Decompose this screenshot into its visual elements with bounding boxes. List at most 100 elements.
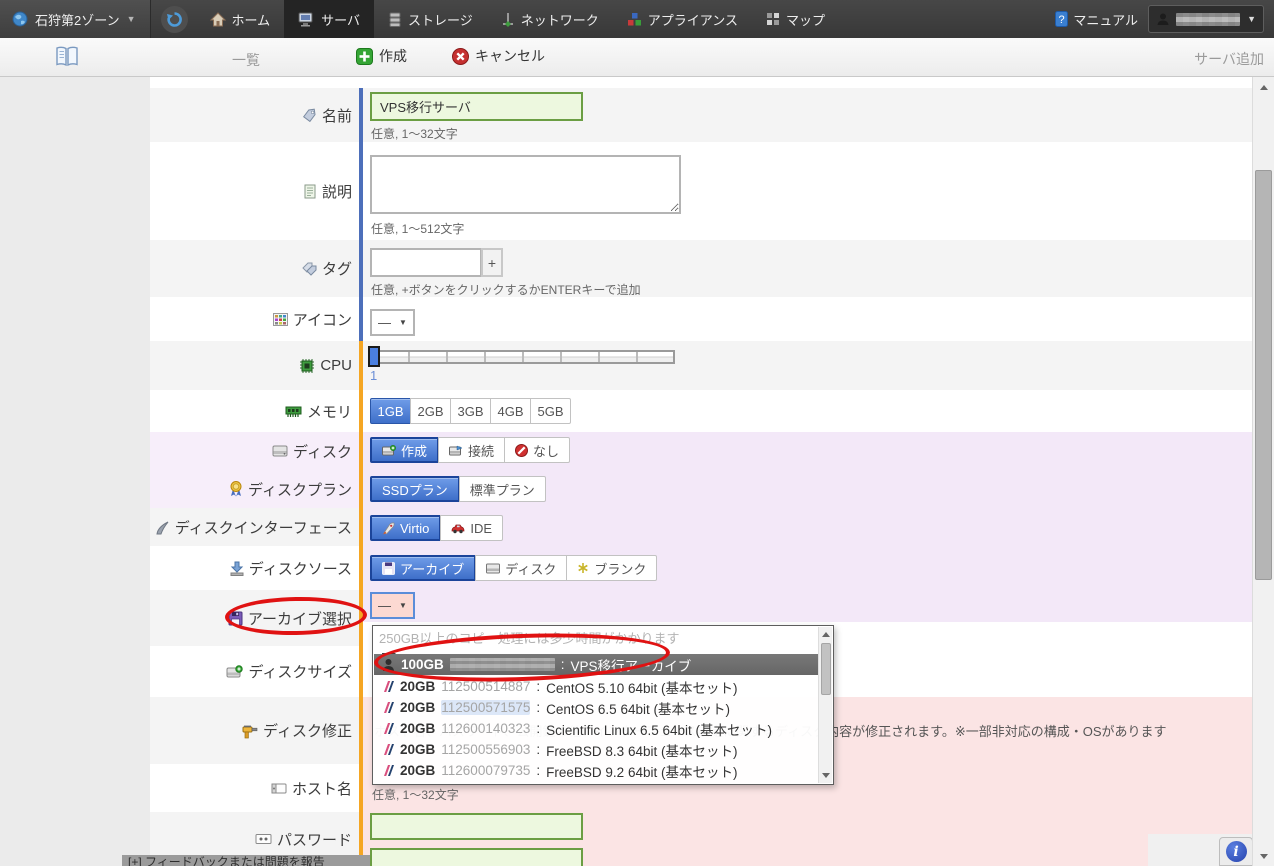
top-nav: 石狩第2ゾーン ▼ ホーム サーバ ストレージ ネットワーク アプライアンス xyxy=(0,0,1274,38)
nav-item-appliance[interactable]: アプライアンス xyxy=(613,0,752,38)
archive-name: VPS移行アーカイブ xyxy=(571,655,692,675)
disk-plan-option-ssd[interactable]: SSDプラン xyxy=(370,476,460,502)
scroll-up-icon[interactable] xyxy=(822,632,830,637)
sakura-archive-icon xyxy=(382,764,394,777)
manual-help-icon: ? xyxy=(1055,11,1068,27)
name-input[interactable] xyxy=(370,92,583,121)
tags-label: タグ xyxy=(322,258,352,279)
dropdown-scrollbar[interactable] xyxy=(818,627,832,783)
memory-label: メモリ xyxy=(307,401,352,422)
icon-select-value: — xyxy=(378,315,391,330)
scrollbar-thumb[interactable] xyxy=(1255,170,1272,580)
disk-option-create[interactable]: 作成 xyxy=(370,437,439,463)
nav-item-map[interactable]: マップ xyxy=(752,0,839,38)
storage-icon xyxy=(388,12,402,27)
server-icon xyxy=(298,12,315,27)
disk-interface-option-virtio[interactable]: Virtio xyxy=(370,515,441,541)
scrollbar-down-button[interactable] xyxy=(1253,846,1274,866)
cancel-button[interactable]: キャンセル xyxy=(452,46,545,66)
dropdown-option-freebsd92[interactable]: 20GB112600079735:FreeBSD 9.2 64bit (基本セッ… xyxy=(374,760,818,781)
info-button[interactable]: i xyxy=(1219,837,1253,866)
password-input-2[interactable] xyxy=(370,848,583,866)
manual-label: マニュアル xyxy=(1073,10,1138,29)
rocket-icon xyxy=(382,522,395,535)
memory-option-1gb[interactable]: 1GB xyxy=(370,398,411,424)
disk-source-label: ディスクソース xyxy=(249,558,352,579)
host-name-label: ホスト名 xyxy=(292,778,352,799)
nav-right: ? マニュアル ▼ xyxy=(1055,5,1274,33)
disk-connect-icon xyxy=(449,445,463,456)
chevron-down-icon: ▼ xyxy=(399,318,407,327)
scroll-down-icon[interactable] xyxy=(822,773,830,778)
chevron-down-icon: ▼ xyxy=(127,14,136,24)
form-row-disk-plan: ディスクプラン xyxy=(150,470,360,508)
description-textarea[interactable] xyxy=(370,155,681,214)
memory-option-4gb[interactable]: 4GB xyxy=(490,398,531,424)
password-input-1[interactable] xyxy=(370,813,583,840)
dropdown-option-freebsd83[interactable]: 20GB112500556903:FreeBSD 8.3 64bit (基本セッ… xyxy=(374,739,818,760)
drill-icon xyxy=(242,723,258,739)
disk-option-connect[interactable]: 接続 xyxy=(438,437,505,463)
note-icon xyxy=(303,184,317,199)
dropdown-option-centos65[interactable]: 20GB112500571575:CentOS 6.5 64bit (基本セット… xyxy=(374,697,818,718)
list-view-label[interactable]: 一覧 xyxy=(232,50,260,70)
no-entry-icon xyxy=(515,444,528,457)
scrollbar-up-button[interactable] xyxy=(1253,77,1274,97)
form-row-host-name: ホスト名 xyxy=(150,764,360,812)
memory-option-3gb[interactable]: 3GB xyxy=(450,398,491,424)
dropdown-option-selected-archive[interactable]: 100GB : VPS移行アーカイブ xyxy=(374,654,818,675)
name-hint: 任意, 1～32文字 xyxy=(371,125,458,142)
disk-source-option-archive[interactable]: アーカイブ xyxy=(370,555,476,581)
nav-item-network[interactable]: ネットワーク xyxy=(487,0,613,38)
memory-options: 1GB 2GB 3GB 4GB 5GB xyxy=(370,398,571,424)
memory-option-2gb[interactable]: 2GB xyxy=(410,398,451,424)
cpu-slider-handle[interactable] xyxy=(368,346,380,367)
page-scrollbar[interactable] xyxy=(1252,77,1274,866)
dropdown-option-scientific[interactable]: 20GB112600140323:Scientific Linux 6.5 64… xyxy=(374,718,818,739)
form-row-tags: タグ xyxy=(150,240,360,297)
tag-input[interactable] xyxy=(370,248,482,277)
tags-hint: 任意, +ボタンをクリックするかENTERキーで追加 xyxy=(371,281,641,298)
manual-link[interactable]: ? マニュアル xyxy=(1055,10,1138,29)
disk-plan-options: SSDプラン 標準プラン xyxy=(370,476,546,502)
refresh-icon xyxy=(166,11,183,28)
floppy-small-icon xyxy=(382,562,395,575)
disk-plus-icon xyxy=(226,665,243,679)
disk-interface-option-ide[interactable]: IDE xyxy=(440,515,503,541)
memory-option-5gb[interactable]: 5GB xyxy=(530,398,571,424)
zone-label: 石狩第2ゾーン xyxy=(35,10,120,29)
home-icon xyxy=(210,12,226,27)
dropdown-option-centos510[interactable]: 20GB112500514887:CentOS 5.10 64bit (基本セッ… xyxy=(374,676,818,697)
disk-icon xyxy=(272,445,288,457)
dropdown-scroll-thumb[interactable] xyxy=(821,643,831,695)
archive-select[interactable]: — ▼ xyxy=(370,592,415,619)
cpu-slider-track[interactable] xyxy=(370,350,675,364)
form-row-icon: アイコン xyxy=(150,297,360,341)
create-button[interactable]: 作成 xyxy=(356,46,407,66)
disk-option-none[interactable]: なし xyxy=(504,437,570,463)
icon-select[interactable]: — ▼ xyxy=(370,309,415,336)
account-menu[interactable]: ▼ xyxy=(1148,5,1264,33)
nav-item-server[interactable]: サーバ xyxy=(284,0,374,38)
list-book-icon[interactable] xyxy=(55,46,79,68)
nav-label: アプライアンス xyxy=(648,10,738,29)
asterisk-icon xyxy=(577,562,589,574)
disk-source-option-disk[interactable]: ディスク xyxy=(475,555,567,581)
add-tag-button[interactable]: + xyxy=(481,248,503,277)
chevron-down-icon: ▼ xyxy=(1247,14,1256,24)
refresh-button[interactable] xyxy=(161,6,188,33)
icon-label: アイコン xyxy=(293,309,352,330)
nav-item-home[interactable]: ホーム xyxy=(196,0,285,38)
nav-label: マップ xyxy=(786,10,825,29)
name-label: 名前 xyxy=(322,105,352,126)
disk-source-option-blank[interactable]: ブランク xyxy=(566,555,657,581)
tags-icon xyxy=(302,261,317,276)
memory-icon xyxy=(285,405,302,418)
nav-item-storage[interactable]: ストレージ xyxy=(374,0,487,38)
disk-plan-option-standard[interactable]: 標準プラン xyxy=(459,476,546,502)
section-divider-blue xyxy=(359,88,363,341)
dropdown-option-freebsd100[interactable]: 20GB112600085586:FreeBSD 10.0 64bit (基本セ… xyxy=(374,781,818,785)
description-hint: 任意, 1～512文字 xyxy=(371,220,464,237)
archive-select-label: アーカイブ選択 xyxy=(248,608,352,629)
zone-selector[interactable]: 石狩第2ゾーン ▼ xyxy=(0,0,151,38)
